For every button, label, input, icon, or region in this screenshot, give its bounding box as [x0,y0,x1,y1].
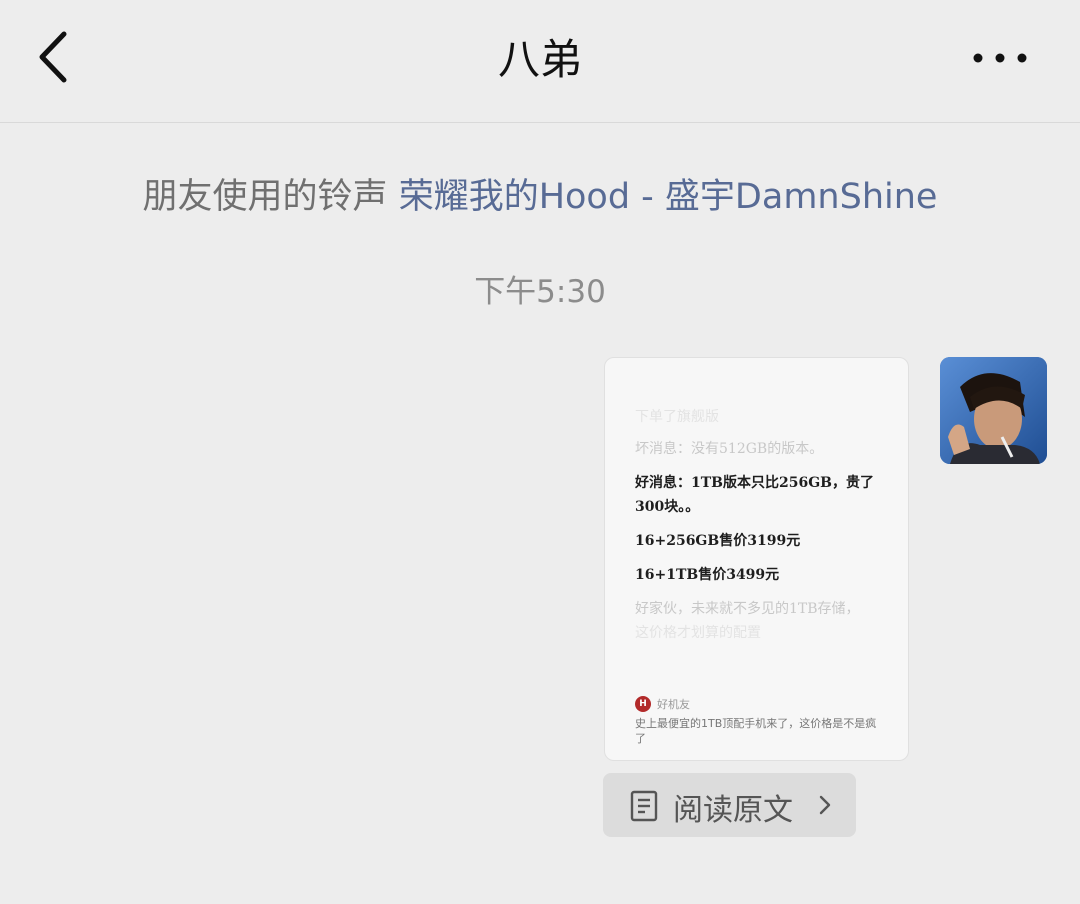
chat-title: 八弟 [497,35,582,84]
source-name: 好机友 [657,698,690,711]
ringtone-prefix: 朋友使用的铃声 [142,177,388,217]
article-line-6: 这价格才划算的配置 [635,625,761,641]
article-line-4: 16+1TB售价3499元 [635,567,780,583]
ringtone-notice: 朋友使用的铃声 荣耀我的Hood - 盛宇DamnShine [0,168,1080,219]
more-horizontal-icon [973,53,1027,63]
article-line-5: 好家伙，未来就不多见的1TB存储， [635,601,860,617]
avatar-photo [940,357,1047,464]
article-source: H 好机友 [635,694,690,714]
read-original-label: 阅读原文 [673,793,793,828]
article-line-1: 坏消息：没有512GB的版本。 [635,441,824,457]
document-icon [630,790,658,822]
message-timestamp: 下午5:30 [474,274,606,310]
more-button[interactable] [970,48,1030,68]
article-line-3: 16+256GB售价3199元 [635,533,801,549]
chevron-right-icon [819,795,831,815]
ringtone-song-link[interactable]: 荣耀我的Hood - 盛宇DamnShine [399,177,938,217]
read-original-button[interactable]: 阅读原文 [603,773,856,837]
shared-article-card[interactable]: 下单了旗舰版 坏消息：没有512GB的版本。 好消息：1TB版本只比256GB，… [604,357,909,761]
article-line-2b: 300块。。 [635,499,700,515]
article-line-2a: 好消息：1TB版本只比256GB，贵了 [635,475,875,491]
nav-bar: 八弟 [0,0,1080,123]
source-logo-icon: H [635,696,651,712]
article-line-0: 下单了旗舰版 [635,409,719,425]
article-headline: 史上最便宜的1TB顶配手机来了，这价格是不是疯了 [635,717,877,745]
avatar[interactable] [940,357,1047,464]
